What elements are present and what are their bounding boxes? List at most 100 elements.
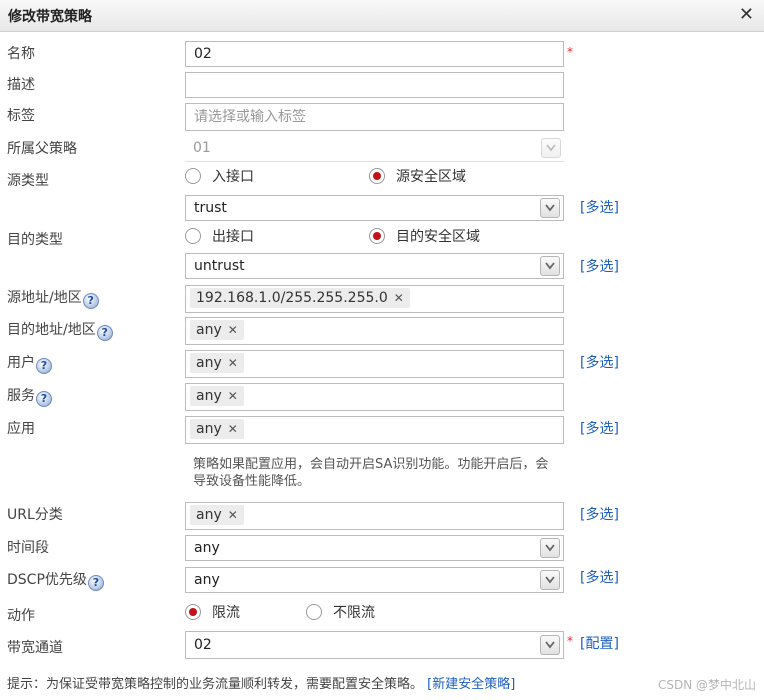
label-tag: 标签: [7, 108, 35, 124]
label-parent-policy: 所属父策略: [7, 141, 77, 157]
label-source-address-text: 源地址/地区: [7, 290, 82, 306]
source-address-tag-text: 192.168.1.0/255.255.255.0: [196, 290, 388, 306]
dest-zone-multi-link[interactable]: [多选]: [580, 256, 619, 276]
remove-tag-icon[interactable]: ✕: [228, 386, 238, 406]
url-category-multi-link[interactable]: [多选]: [580, 504, 619, 524]
parent-policy-select: 01: [185, 136, 564, 162]
label-schedule: 时间段: [7, 540, 49, 556]
radio-label-source-zone: 源安全区域: [396, 169, 466, 185]
radio-limit[interactable]: [185, 604, 201, 620]
radio-label-in-interface: 入接口: [212, 169, 254, 185]
radio-dest-zone[interactable]: [369, 228, 385, 244]
dest-zone-value: untrust: [194, 258, 245, 274]
footer-tip-text: 提示：为保证受带宽策略控制的业务流量顺利转发，需要配置安全策略。: [7, 677, 424, 692]
dscp-multi-link[interactable]: [多选]: [580, 567, 619, 587]
label-dscp-text: DSCP优先级: [7, 572, 87, 588]
application-input[interactable]: any ✕: [185, 416, 564, 444]
source-zone-multi-link[interactable]: [多选]: [580, 197, 619, 217]
required-mark: *: [567, 634, 573, 648]
label-application: 应用: [7, 421, 35, 437]
required-mark: *: [567, 45, 573, 59]
chevron-down-icon[interactable]: [540, 198, 560, 218]
label-action: 动作: [7, 608, 35, 624]
dest-address-tag: any ✕: [190, 320, 244, 340]
footer-tip: 提示：为保证受带宽策略控制的业务流量顺利转发，需要配置安全策略。 [新建安全策略…: [7, 673, 515, 692]
remove-tag-icon[interactable]: ✕: [228, 320, 238, 340]
service-input[interactable]: any ✕: [185, 383, 564, 411]
url-category-tag: any ✕: [190, 505, 244, 525]
label-dest-type: 目的类型: [7, 232, 63, 248]
dialog-titlebar: 修改带宽策略 ✕: [0, 0, 764, 32]
label-service-text: 服务: [7, 388, 35, 404]
chevron-down-icon[interactable]: [540, 256, 560, 276]
help-icon[interactable]: ?: [82, 293, 99, 309]
label-bandwidth-channel: 带宽通道: [7, 640, 63, 656]
radio-label-limit: 限流: [212, 605, 240, 621]
remove-tag-icon[interactable]: ✕: [228, 419, 238, 439]
radio-label-out-interface: 出接口: [212, 229, 254, 245]
radio-source-in-interface[interactable]: [185, 168, 201, 184]
description-input[interactable]: [185, 72, 564, 98]
dialog-title: 修改带宽策略: [8, 9, 92, 25]
label-source-address: 源地址/地区?: [7, 287, 99, 309]
remove-tag-icon[interactable]: ✕: [228, 353, 238, 373]
service-tag: any ✕: [190, 386, 244, 406]
schedule-select[interactable]: any: [185, 535, 564, 561]
radio-label-no-limit: 不限流: [333, 605, 375, 621]
label-dest-address: 目的地址/地区?: [7, 319, 113, 341]
name-input-value: 02: [194, 46, 212, 62]
label-source-type: 源类型: [7, 173, 49, 189]
source-address-input[interactable]: 192.168.1.0/255.255.255.0 ✕: [185, 285, 564, 313]
help-icon[interactable]: ?: [36, 358, 52, 374]
radio-dest-out-interface[interactable]: [185, 228, 201, 244]
label-user-text: 用户: [7, 355, 35, 371]
radio-no-limit[interactable]: [306, 604, 322, 620]
user-tag-text: any: [196, 355, 222, 371]
chevron-down-icon[interactable]: [540, 538, 560, 558]
source-zone-value: trust: [194, 200, 227, 216]
label-dest-address-text: 目的地址/地区: [7, 322, 96, 338]
label-service: 服务?: [7, 385, 52, 407]
dscp-select[interactable]: any: [185, 567, 564, 593]
new-security-policy-link[interactable]: [新建安全策略]: [427, 677, 515, 692]
bandwidth-channel-config-link[interactable]: [配置]: [580, 633, 619, 653]
label-name: 名称: [7, 46, 35, 62]
chevron-down-icon: [541, 138, 561, 158]
url-category-tag-text: any: [196, 507, 222, 523]
source-address-tag: 192.168.1.0/255.255.255.0 ✕: [190, 288, 410, 308]
dscp-value: any: [194, 572, 220, 588]
radio-source-zone[interactable]: [369, 168, 385, 184]
tag-input[interactable]: 请选择或输入标签: [185, 103, 564, 131]
dest-address-tag-text: any: [196, 322, 222, 338]
remove-tag-icon[interactable]: ✕: [228, 505, 238, 525]
user-multi-link[interactable]: [多选]: [580, 352, 619, 372]
label-desc: 描述: [7, 77, 35, 93]
help-icon[interactable]: ?: [87, 575, 104, 591]
name-input[interactable]: 02: [185, 41, 564, 67]
chevron-down-icon[interactable]: [540, 635, 560, 655]
close-icon[interactable]: ✕: [739, 4, 754, 25]
service-tag-text: any: [196, 388, 222, 404]
dest-zone-select[interactable]: untrust: [185, 253, 564, 279]
source-zone-select[interactable]: trust: [185, 195, 564, 221]
remove-tag-icon[interactable]: ✕: [394, 288, 404, 308]
tag-placeholder: 请选择或输入标签: [194, 109, 306, 125]
user-input[interactable]: any ✕: [185, 350, 564, 378]
application-note: 策略如果配置应用，会自动开启SA识别功能。功能开启后，会导致设备性能降低。: [193, 457, 549, 489]
parent-policy-value: 01: [193, 140, 211, 156]
bandwidth-channel-value: 02: [194, 637, 212, 653]
url-category-input[interactable]: any ✕: [185, 502, 564, 530]
chevron-down-icon[interactable]: [540, 570, 560, 590]
help-icon[interactable]: ?: [96, 325, 113, 341]
label-url-category: URL分类: [7, 507, 63, 523]
application-tag: any ✕: [190, 419, 244, 439]
application-tag-text: any: [196, 421, 222, 437]
application-multi-link[interactable]: [多选]: [580, 418, 619, 438]
user-tag: any ✕: [190, 353, 244, 373]
dest-address-input[interactable]: any ✕: [185, 317, 564, 345]
bandwidth-channel-select[interactable]: 02: [185, 631, 564, 659]
help-icon[interactable]: ?: [36, 391, 52, 407]
schedule-value: any: [194, 540, 220, 556]
watermark: CSDN @梦中北山: [657, 678, 756, 692]
label-dscp: DSCP优先级?: [7, 569, 104, 591]
